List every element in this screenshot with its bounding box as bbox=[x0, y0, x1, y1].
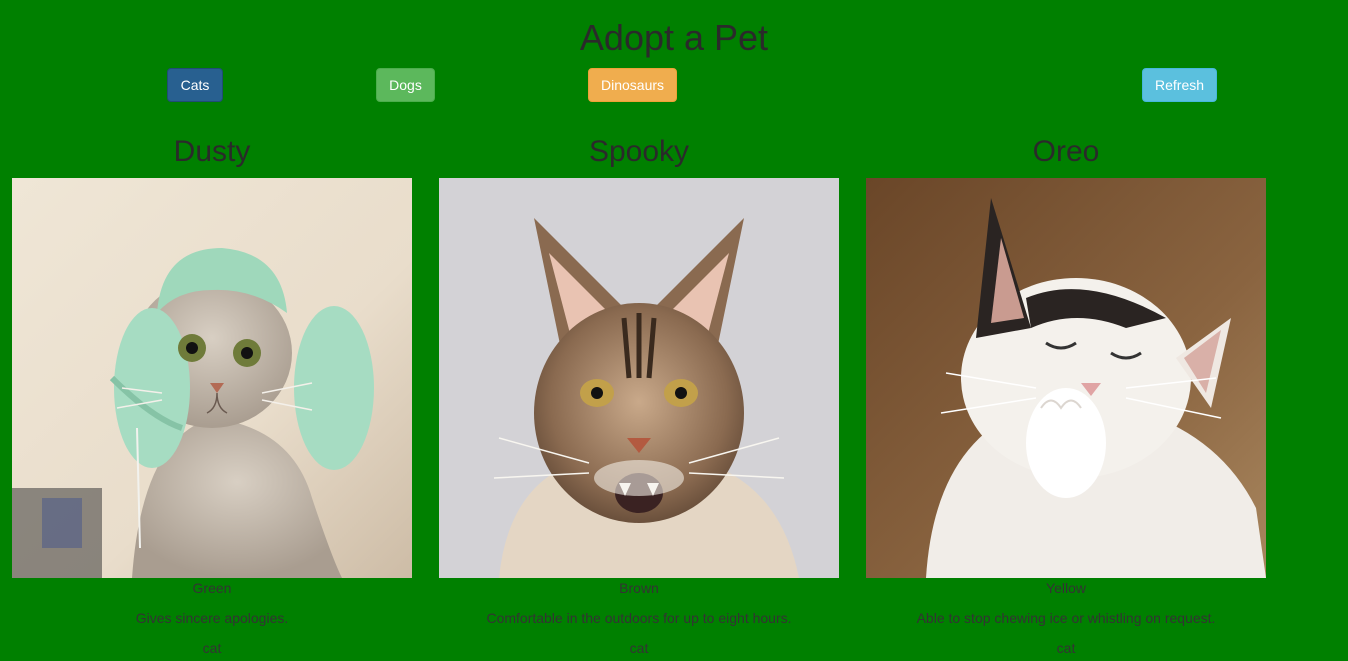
dinosaurs-button[interactable]: Dinosaurs bbox=[588, 68, 677, 102]
pet-color: Brown bbox=[619, 580, 659, 596]
pet-photo-cat-in-knit-hat bbox=[12, 178, 412, 578]
refresh-button[interactable]: Refresh bbox=[1142, 68, 1217, 102]
pet-photo-tabby-cat bbox=[439, 178, 839, 578]
pet-species: cat bbox=[1056, 640, 1076, 656]
pet-species: cat bbox=[202, 640, 222, 656]
pet-trait: Comfortable in the outdoors for up to ei… bbox=[486, 610, 792, 626]
pet-photo-laughing-cat bbox=[866, 178, 1266, 578]
pet-name: Oreo bbox=[1032, 135, 1100, 168]
pet-name: Spooky bbox=[588, 135, 690, 168]
pet-color: Yellow bbox=[1046, 580, 1086, 596]
pet-trait: Gives sincere apologies. bbox=[135, 610, 289, 626]
pet-trait: Able to stop chewing ice or whistling on… bbox=[916, 610, 1216, 626]
pet-color: Green bbox=[192, 580, 232, 596]
pet-species: cat bbox=[629, 640, 649, 656]
cats-button[interactable]: Cats bbox=[167, 68, 223, 102]
pet-name: Dusty bbox=[173, 135, 251, 168]
pet-card: Oreo Yellow Able to stop chewing ice or … bbox=[866, 130, 1266, 658]
page-title: Adopt a Pet bbox=[579, 17, 769, 58]
dogs-button[interactable]: Dogs bbox=[376, 68, 435, 102]
pet-card: Spooky Brown Comfortable in the outdoors… bbox=[439, 130, 839, 658]
pet-card: Dusty Green Gives sincere apologies. cat bbox=[12, 130, 412, 658]
